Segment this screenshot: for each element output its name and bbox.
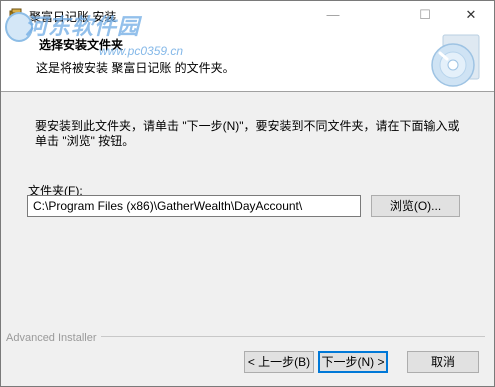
maximize-button[interactable]: ☐ xyxy=(402,1,448,31)
installer-brand: Advanced Installer xyxy=(6,332,97,344)
app-box-icon xyxy=(9,8,22,24)
cancel-button[interactable]: 取消 xyxy=(407,351,479,373)
browse-button[interactable]: 浏览(O)... xyxy=(371,195,460,217)
close-button[interactable]: ✕ xyxy=(448,1,494,31)
instructions-text: 要安装到此文件夹，请单击 "下一步(N)"，要安装到不同文件夹，请在下面输入或单… xyxy=(35,119,460,148)
header-panel: 选择安装文件夹 这是将被安装 聚富日记账 的文件夹。 xyxy=(1,31,494,92)
page-subtitle: 这是将被安装 聚富日记账 的文件夹。 xyxy=(36,61,235,75)
next-button[interactable]: 下一步(N) > xyxy=(318,351,388,373)
window-title: 聚富日记账 安装 xyxy=(29,10,117,24)
title-bar[interactable]: 聚富日记账 安装 — ☐ ✕ xyxy=(1,1,494,31)
back-button[interactable]: < 上一步(B) xyxy=(244,351,314,373)
folder-path-input[interactable] xyxy=(27,195,361,217)
page-title: 选择安装文件夹 xyxy=(39,38,124,52)
install-disc-icon xyxy=(431,34,480,87)
footer-divider xyxy=(101,336,485,337)
installer-window: 聚富日记账 安装 — ☐ ✕ 选择安装文件夹 这是将被安装 聚富日记账 的文件夹… xyxy=(0,0,495,387)
minimize-button[interactable]: — xyxy=(310,1,356,31)
